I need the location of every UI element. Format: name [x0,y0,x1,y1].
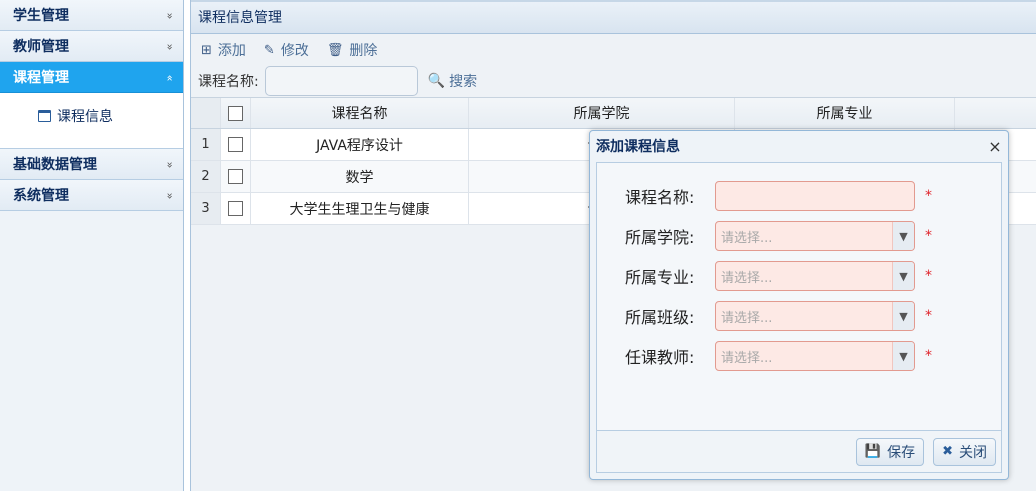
select-placeholder: 请选择... [721,270,773,286]
edit-button-label: 修改 [280,43,309,59]
row-checkbox[interactable] [228,137,243,152]
row-checkbox[interactable] [228,169,243,184]
chevron-down-icon: » [163,43,177,49]
sidebar-item-system[interactable]: 系统管理 » [0,180,183,211]
select-all-checkbox-cell [221,98,251,128]
sidebar-item-basic-data[interactable]: 基础数据管理 » [0,149,183,180]
submenu-item-course-info[interactable]: 课程信息 [38,106,183,126]
close-icon: ✖ [942,444,953,459]
row-checkbox-cell [221,161,251,192]
course-name-cell: 大学生生理卫生与健康 [251,193,469,224]
form-row-course-name: 课程名称: * [625,181,932,211]
teacher-select[interactable]: 请选择... ▼ [715,341,915,371]
form-row-class: 所属班级: 请选择... ▼ * [625,301,932,331]
sidebar-item-course[interactable]: 课程管理 « [0,62,183,93]
college-select[interactable]: 请选择... ▼ [715,221,915,251]
chevron-down-icon[interactable]: ▼ [892,262,914,290]
add-course-dialog: 添加课程信息 × 课程名称: * 所属学院: 请选择... ▼ * 所属专业: … [589,130,1009,480]
row-number-header [191,98,221,128]
chevron-down-icon: » [163,161,177,167]
sidebar-item-label: 教师管理 [13,39,69,55]
required-mark: * [925,308,932,324]
field-label: 所属学院: [625,228,695,247]
course-name-field[interactable] [715,181,915,211]
edit-button[interactable]: ✎ 修改 [264,40,309,60]
sidebar-item-label: 课程管理 [13,70,69,86]
chevron-down-icon[interactable]: ▼ [892,222,914,250]
chevron-down-icon[interactable]: ▼ [892,302,914,330]
select-all-checkbox[interactable] [228,105,243,121]
course-name-cell: JAVA程序设计 [251,129,469,160]
row-checkbox-cell [221,193,251,224]
form-row-teacher: 任课教师: 请选择... ▼ * [625,341,932,371]
required-mark: * [925,268,932,284]
page-title: 课程信息管理 [191,2,1036,34]
required-mark: * [925,348,932,364]
sidebar-item-label: 系统管理 [13,188,69,204]
field-label: 所属班级: [625,308,695,327]
dialog-title: 添加课程信息 [596,139,680,155]
dialog-body: 课程名称: * 所属学院: 请选择... ▼ * 所属专业: 请选择... ▼ … [596,162,1002,431]
save-icon: 💾 [864,444,882,459]
sidebar-item-teacher[interactable]: 教师管理 » [0,31,183,62]
search-button-label: 搜索 [449,74,478,90]
column-header[interactable]: 课程名称 [251,98,469,128]
search-label: 课程名称: [198,74,259,90]
dialog-header: 添加课程信息 × [590,131,1008,161]
calendar-icon [38,110,51,122]
save-button[interactable]: 💾 保存 [855,437,925,466]
chevron-down-icon[interactable]: ▼ [892,342,914,370]
delete-button-label: 删除 [349,43,378,59]
chevron-down-icon: » [163,12,177,18]
submenu-item-label: 课程信息 [57,109,113,125]
major-select[interactable]: 请选择... ▼ [715,261,915,291]
course-name-cell: 数学 [251,161,469,192]
field-label: 任课教师: [625,348,695,367]
close-icon[interactable]: × [982,137,1008,156]
select-placeholder: 请选择... [721,230,773,246]
column-header[interactable]: 所属专业 [735,98,955,128]
class-select[interactable]: 请选择... ▼ [715,301,915,331]
field-label: 课程名称: [625,188,695,207]
row-number: 1 [191,129,221,160]
select-placeholder: 请选择... [721,350,773,366]
trash-icon: 🗑 [326,42,344,58]
toolbar: ⊞ 添加 ✎ 修改 🗑 删除 [201,36,377,64]
dialog-footer: 💾 保存 ✖ 关闭 [596,431,1002,473]
row-number: 3 [191,193,221,224]
field-label: 所属专业: [625,268,695,287]
column-header[interactable]: 所属学院 [469,98,735,128]
edit-icon: ✎ [263,42,275,58]
chevron-up-icon: « [163,74,177,80]
search-icon: 🔍 [427,73,446,89]
row-number: 2 [191,161,221,192]
sidebar-item-label: 学生管理 [13,8,69,24]
select-placeholder: 请选择... [721,310,773,326]
form-row-major: 所属专业: 请选择... ▼ * [625,261,932,291]
table-header: 课程名称 所属学院 所属专业 [191,97,1036,129]
sidebar-item-student[interactable]: 学生管理 » [0,0,183,31]
add-button-label: 添加 [217,43,246,59]
plus-square-icon: ⊞ [201,42,212,58]
delete-button[interactable]: 🗑 删除 [327,40,378,60]
required-mark: * [925,228,932,244]
save-button-label: 保存 [887,444,916,461]
search-bar: 课程名称: 🔍 搜索 [198,66,477,96]
search-input[interactable] [264,66,418,96]
sidebar-item-label: 基础数据管理 [13,157,97,173]
search-button[interactable]: 🔍 搜索 [428,71,477,91]
row-checkbox[interactable] [228,201,243,216]
close-button-label: 关闭 [959,444,987,461]
row-checkbox-cell [221,129,251,160]
add-button[interactable]: ⊞ 添加 [201,40,246,60]
sidebar: 学生管理 » 教师管理 » 课程管理 « 课程信息 基础数据管理 » 系统管理 … [0,0,184,491]
required-mark: * [925,188,932,204]
sidebar-submenu: 课程信息 [0,93,183,149]
close-button[interactable]: ✖ 关闭 [933,437,996,466]
chevron-down-icon: » [163,192,177,198]
form-row-college: 所属学院: 请选择... ▼ * [625,221,932,251]
